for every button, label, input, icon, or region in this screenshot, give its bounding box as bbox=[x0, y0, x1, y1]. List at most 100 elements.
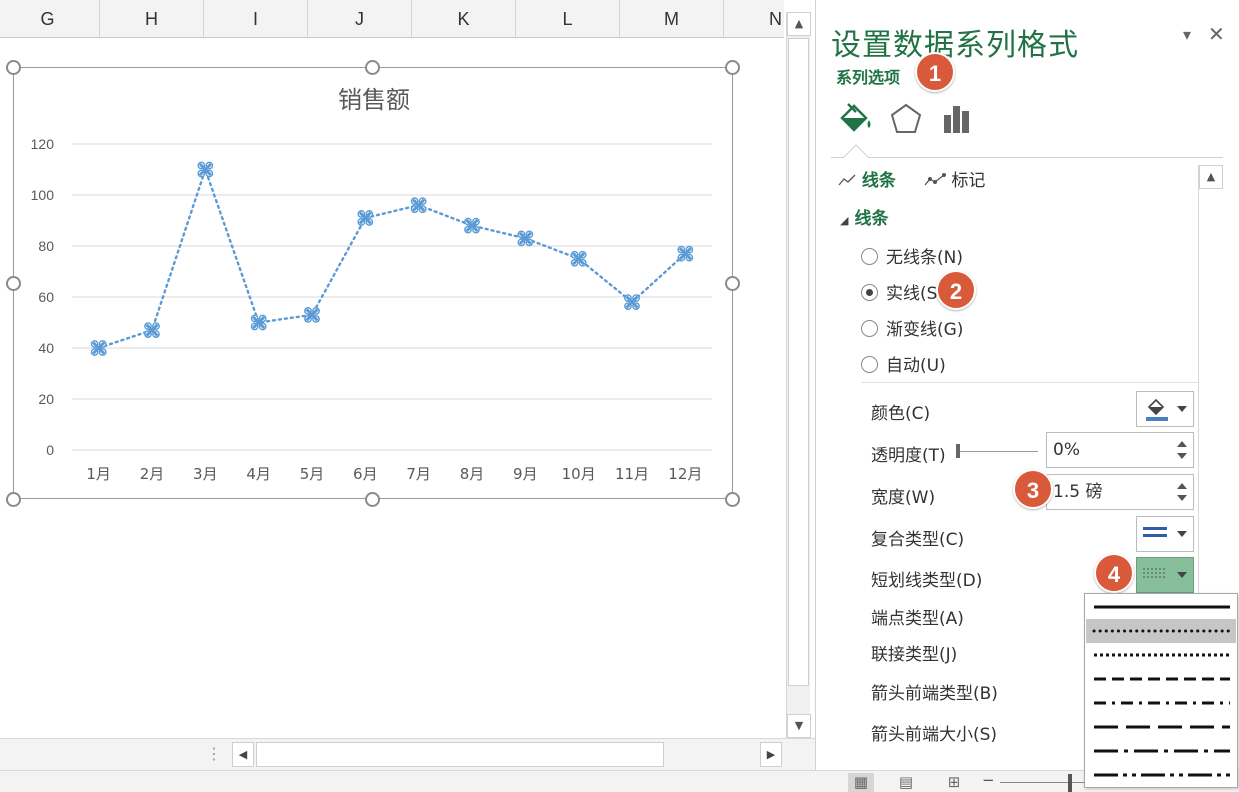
radio-label: 无线条(N) bbox=[886, 248, 963, 268]
chart-resize-handle-middle-left[interactable] bbox=[6, 276, 21, 291]
chart-resize-handle-bottom-middle[interactable] bbox=[365, 492, 380, 507]
width-label: 宽度(W) bbox=[871, 488, 936, 508]
x-marker bbox=[678, 247, 692, 261]
dash-type-label: 短划线类型(D) bbox=[871, 571, 983, 591]
spin-down-icon[interactable] bbox=[1177, 495, 1187, 501]
radio-button[interactable] bbox=[861, 356, 878, 373]
data-point-marker bbox=[677, 245, 694, 262]
series-options-dropdown[interactable]: 系列选项 bbox=[836, 64, 900, 88]
step-badge-3: 3 bbox=[1013, 469, 1053, 509]
x-tick-label: 5月 bbox=[300, 465, 325, 483]
dash-option-square-dot[interactable] bbox=[1086, 643, 1236, 667]
column-header-h[interactable]: H bbox=[100, 0, 204, 38]
page-layout-view-icon[interactable]: ▤ bbox=[893, 773, 919, 792]
spin-up-icon[interactable] bbox=[1177, 441, 1187, 447]
series-options-chart-icon[interactable] bbox=[938, 100, 976, 140]
radio-button[interactable] bbox=[861, 248, 878, 265]
x-tick-label: 10月 bbox=[562, 465, 596, 483]
marker-tab-icon bbox=[924, 173, 946, 186]
y-tick-label: 80 bbox=[38, 238, 54, 254]
x-marker bbox=[572, 252, 586, 266]
column-header-j[interactable]: J bbox=[308, 0, 412, 38]
y-tick-label: 20 bbox=[38, 391, 54, 407]
chart-resize-handle-middle-right[interactable] bbox=[725, 276, 740, 291]
x-tick-label: 3月 bbox=[193, 465, 218, 483]
chart-resize-handle-top-left[interactable] bbox=[6, 60, 21, 75]
data-point-marker bbox=[144, 322, 160, 339]
radio-solid-line[interactable]: 实线(S) bbox=[861, 279, 944, 304]
fill-line-icon[interactable] bbox=[836, 100, 874, 140]
chart-resize-handle-bottom-left[interactable] bbox=[6, 492, 21, 507]
column-header-k[interactable]: K bbox=[412, 0, 516, 38]
dash-sample-icon bbox=[1094, 773, 1230, 777]
tab-marker[interactable]: 标记 bbox=[924, 166, 985, 191]
vertical-scrollbar[interactable]: ▲ ▼ bbox=[786, 12, 811, 738]
effects-pentagon-icon[interactable] bbox=[887, 100, 925, 140]
horizontal-scroll-thumb[interactable] bbox=[256, 742, 664, 767]
vertical-scroll-thumb[interactable] bbox=[788, 38, 809, 686]
x-marker bbox=[625, 295, 639, 309]
normal-view-icon[interactable]: ▦ bbox=[848, 773, 874, 792]
width-input[interactable]: 1.5 磅 bbox=[1046, 474, 1194, 510]
transparency-slider-knob[interactable] bbox=[956, 444, 960, 458]
y-tick-label: 60 bbox=[38, 289, 54, 305]
scroll-up-button[interactable]: ▲ bbox=[787, 12, 811, 36]
dash-option-long-dash-dot-dot[interactable] bbox=[1086, 763, 1236, 787]
tab-line-label: 线条 bbox=[861, 171, 896, 191]
dash-option-long-dash-dot[interactable] bbox=[1086, 739, 1236, 763]
x-tick-label: 7月 bbox=[406, 465, 431, 483]
sheet-tab-splitter-icon[interactable]: ⋮ bbox=[206, 744, 222, 763]
pane-scroll-up-button[interactable]: ▲ bbox=[1199, 165, 1223, 189]
chart-resize-handle-top-middle[interactable] bbox=[365, 60, 380, 75]
step-badge-4: 4 bbox=[1094, 553, 1134, 593]
status-bar: ▦ ▤ ⊞ − + 100% bbox=[0, 770, 1239, 792]
column-header-m[interactable]: M bbox=[620, 0, 724, 38]
chevron-down-icon bbox=[1177, 572, 1187, 578]
dash-style-icon bbox=[1143, 568, 1167, 578]
tab-marker-label: 标记 bbox=[951, 171, 986, 191]
column-header-n[interactable]: N bbox=[724, 0, 828, 38]
scroll-left-button[interactable]: ◀ bbox=[232, 742, 254, 767]
radio-no-line[interactable]: 无线条(N) bbox=[861, 243, 963, 268]
dash-type-picker[interactable] bbox=[1136, 557, 1194, 593]
dash-option-long-dash[interactable] bbox=[1086, 715, 1236, 739]
tab-line[interactable]: 线条 bbox=[838, 166, 896, 191]
column-header-l[interactable]: L bbox=[516, 0, 620, 38]
dash-option-round-dot[interactable] bbox=[1086, 619, 1236, 643]
radio-button-checked[interactable] bbox=[861, 284, 878, 301]
pane-options-dropdown-icon[interactable]: ▾ bbox=[1183, 25, 1191, 44]
scroll-right-button[interactable]: ▶ bbox=[760, 742, 782, 767]
y-tick-label: 40 bbox=[38, 340, 54, 356]
transparency-slider[interactable] bbox=[956, 451, 1038, 452]
transparency-input[interactable]: 0% bbox=[1046, 432, 1194, 468]
join-type-label: 联接类型(J) bbox=[871, 645, 958, 665]
scroll-down-button[interactable]: ▼ bbox=[787, 714, 811, 738]
line-color-picker[interactable] bbox=[1136, 391, 1194, 427]
spin-up-icon[interactable] bbox=[1177, 483, 1187, 489]
column-header-g[interactable]: G bbox=[0, 0, 100, 38]
x-tick-label: 11月 bbox=[615, 465, 649, 483]
data-point-marker bbox=[197, 161, 214, 178]
chevron-down-icon bbox=[1177, 531, 1187, 537]
page-break-preview-icon[interactable]: ⊞ bbox=[941, 773, 967, 792]
radio-button[interactable] bbox=[861, 320, 878, 337]
dash-type-dropdown-menu bbox=[1084, 593, 1238, 788]
horizontal-scrollbar[interactable]: ⋮ ◀ ▶ bbox=[0, 738, 815, 770]
dash-option-solid[interactable] bbox=[1086, 595, 1236, 619]
radio-gradient-line[interactable]: 渐变线(G) bbox=[861, 315, 963, 340]
chart-resize-handle-top-right[interactable] bbox=[725, 60, 740, 75]
close-icon[interactable]: ✕ bbox=[1208, 22, 1225, 46]
paint-bucket-icon bbox=[1146, 398, 1168, 421]
line-section-header[interactable]: ◢ 线条 bbox=[840, 204, 888, 229]
dash-option-dash[interactable] bbox=[1086, 667, 1236, 691]
zoom-out-button[interactable]: − bbox=[982, 771, 995, 789]
chart-resize-handle-bottom-right[interactable] bbox=[725, 492, 740, 507]
zoom-slider-knob[interactable] bbox=[1068, 774, 1072, 792]
dash-option-dash-dot[interactable] bbox=[1086, 691, 1236, 715]
chart-area[interactable]: 销售额 0 20 40 60 80 100 120 1月 2月 3月 4月 5月 6月 7月 8月 9月 10月 1… bbox=[13, 67, 733, 499]
column-header-i[interactable]: I bbox=[204, 0, 308, 38]
tab-separator bbox=[831, 157, 1223, 158]
compound-type-picker[interactable] bbox=[1136, 516, 1194, 552]
radio-automatic[interactable]: 自动(U) bbox=[861, 351, 946, 376]
spin-down-icon[interactable] bbox=[1177, 453, 1187, 459]
